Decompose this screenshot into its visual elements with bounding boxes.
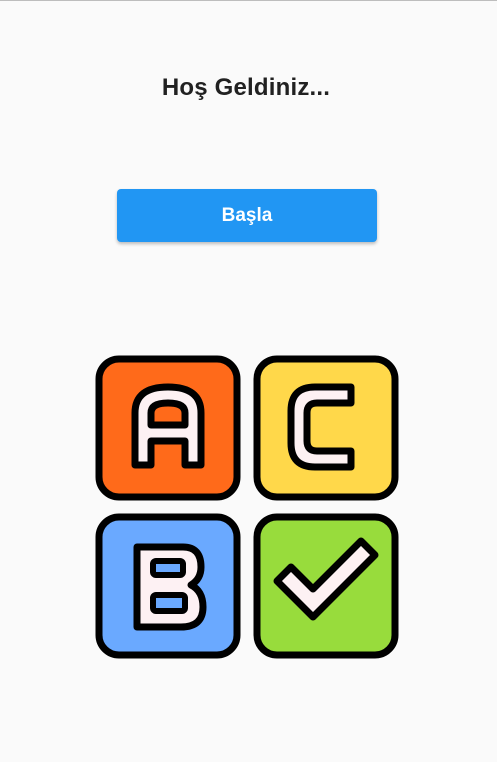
start-button[interactable]: Başla: [117, 189, 377, 242]
letter-b-tile: [95, 513, 241, 659]
abc-check-logo-icon: [95, 355, 399, 659]
letter-a-tile: [95, 355, 241, 501]
checkmark-tile: [253, 513, 399, 659]
status-divider: [0, 0, 497, 1]
letter-c-tile: [253, 355, 399, 501]
welcome-title: Hoş Geldiniz...: [161, 74, 331, 101]
